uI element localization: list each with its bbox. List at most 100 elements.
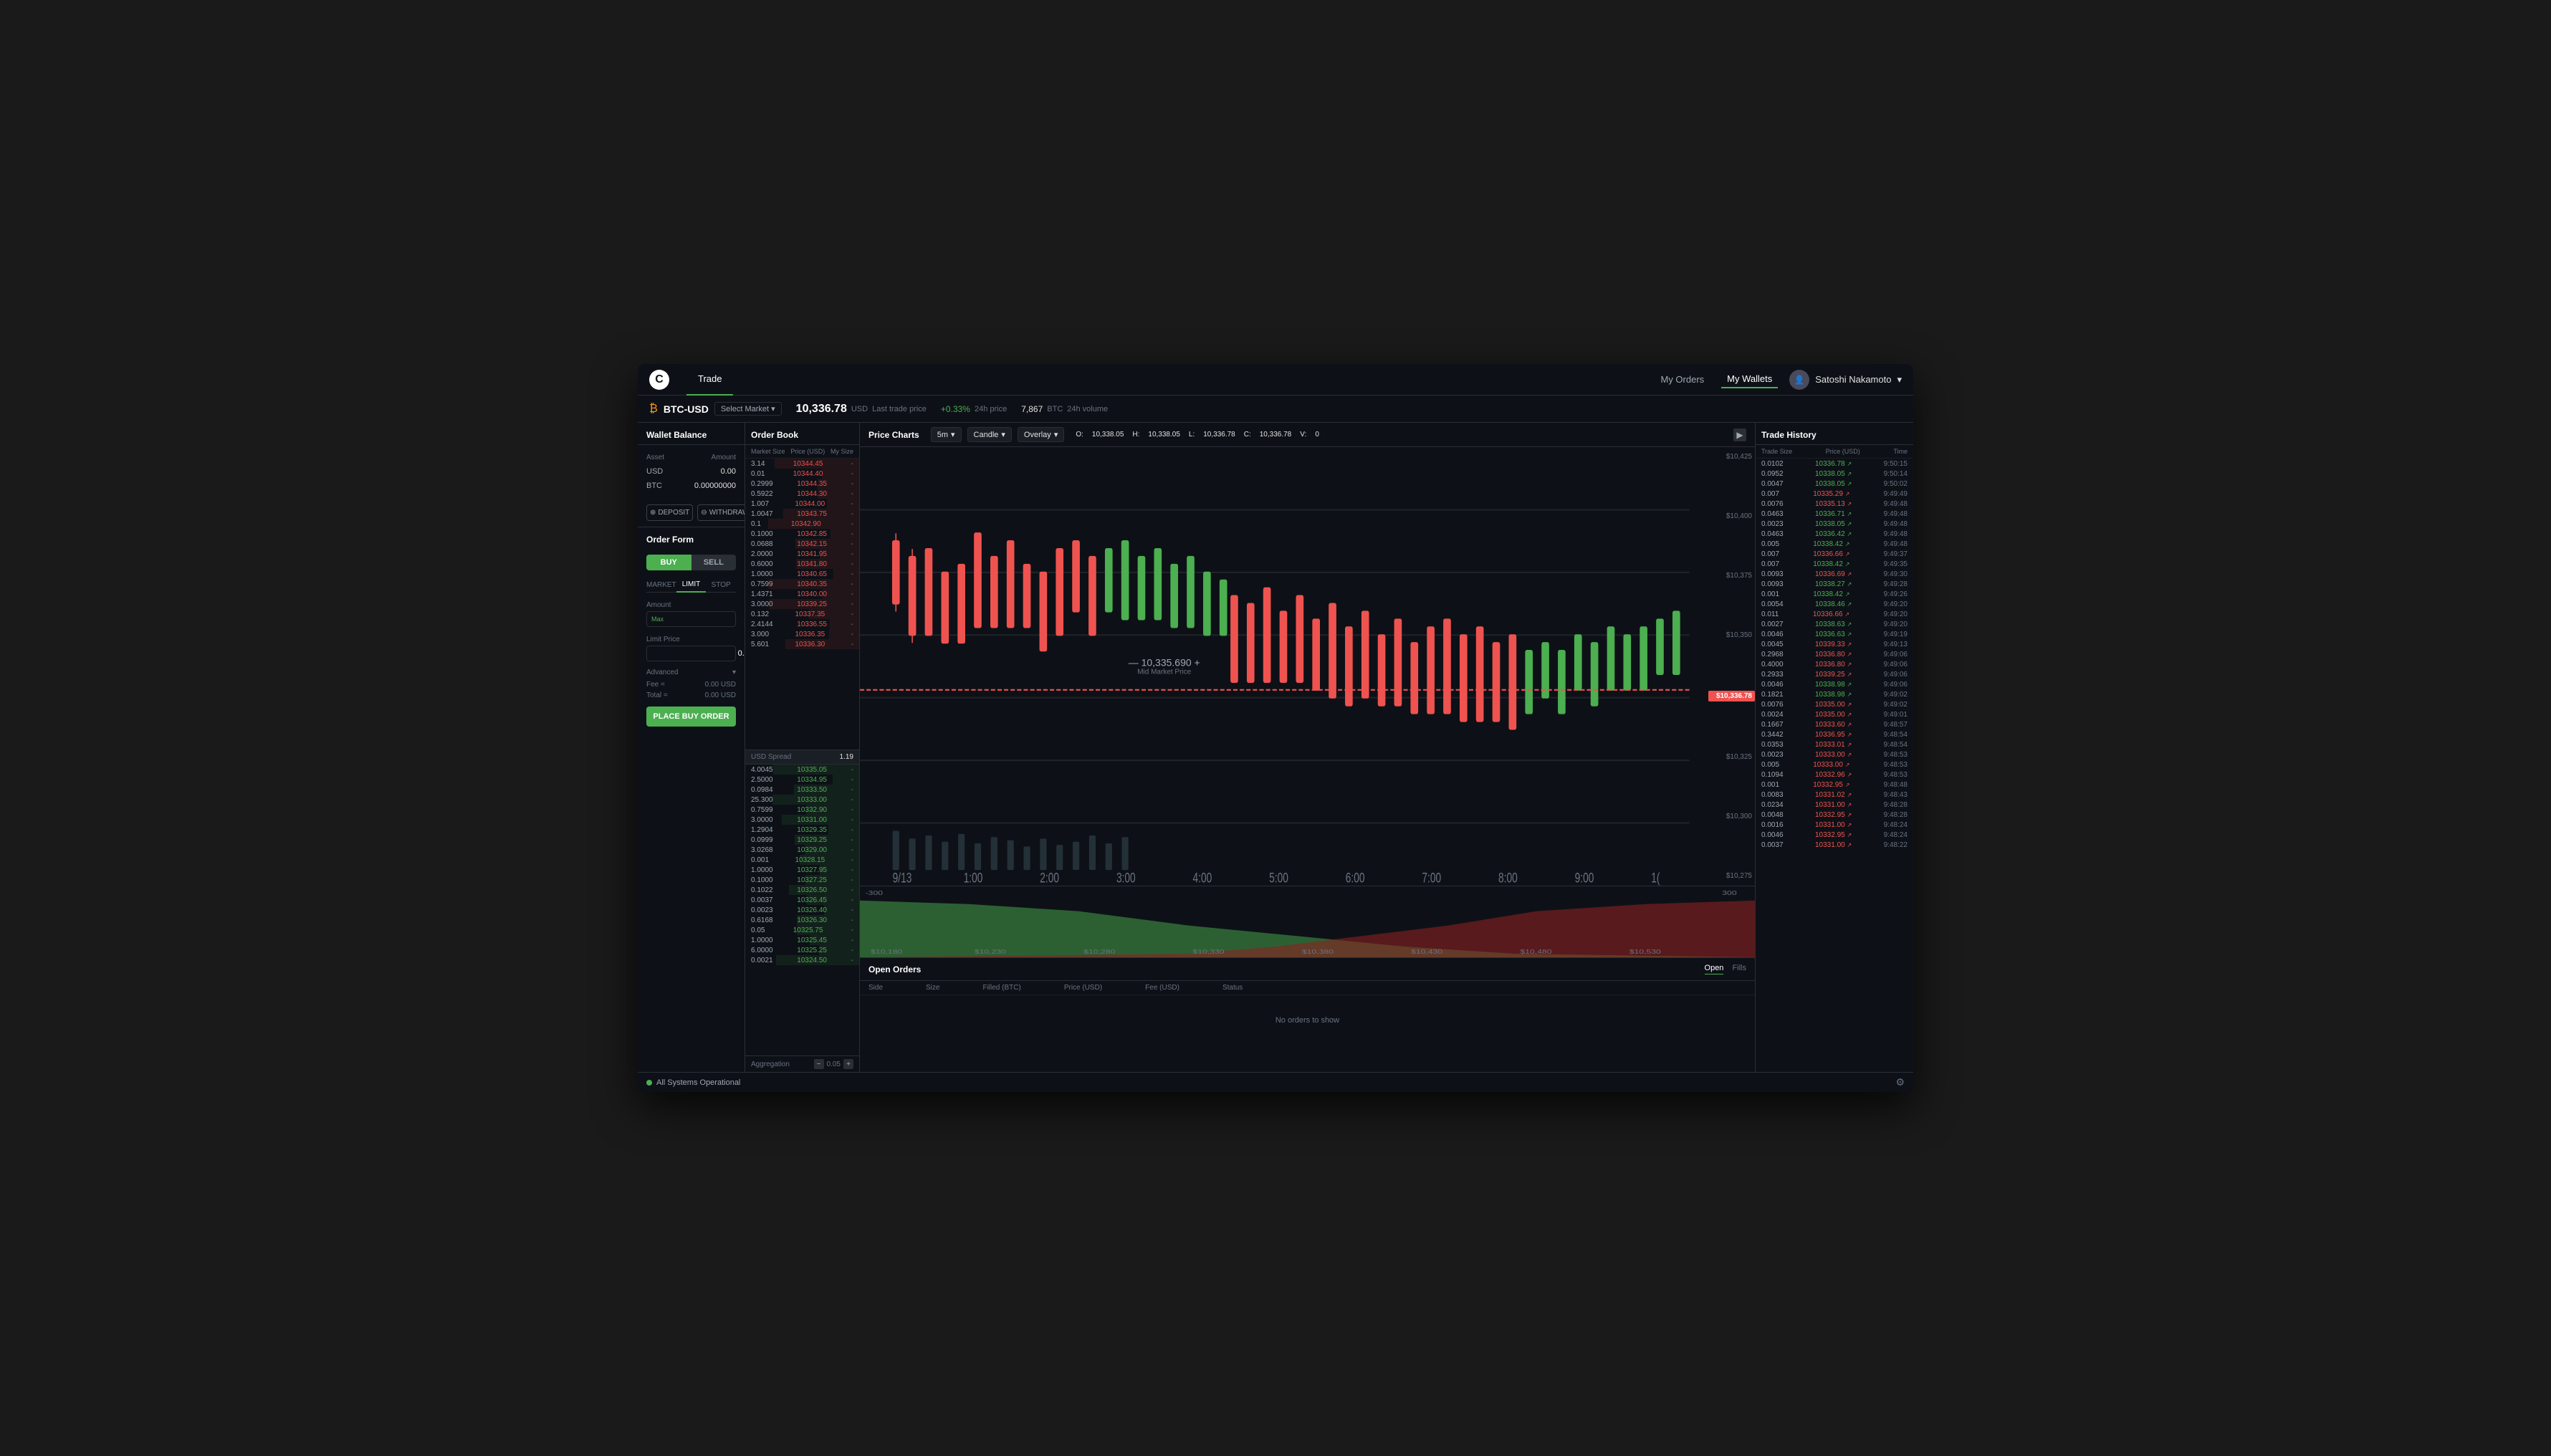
sell-tab[interactable]: SELL [691,555,737,570]
trade-direction-icon: ↗ [1847,501,1852,507]
price-change: +0.33% [941,404,970,414]
chart-nav-button[interactable]: ▶ [1733,428,1746,441]
chart-type-selector[interactable]: Candle ▾ [967,427,1012,442]
ask-size: 0.1000 [751,530,773,538]
btc-icon: ₿ [649,403,658,416]
order-book-ask-row[interactable]: 5.60110336.30- [745,639,859,649]
order-book-ask-row[interactable]: 3.000010339.25- [745,599,859,609]
order-book-bid-row[interactable]: 0.099910329.25- [745,835,859,845]
order-book-ask-row[interactable]: 2.000010341.95- [745,549,859,559]
order-book-bid-row[interactable]: 3.000010331.00- [745,815,859,825]
market-select-button[interactable]: Select Market ▾ [714,402,782,416]
trade-history-row: 0.002410335.00 ↗9:49:01 [1756,709,1913,719]
order-book-bid-row[interactable]: 25.30010333.00- [745,795,859,805]
trade-size: 0.2968 [1761,651,1784,658]
trade-price: 10335.00 ↗ [1815,701,1852,709]
order-book-bid-row[interactable]: 1.000010325.45- [745,935,859,945]
high-label: H: [1132,431,1139,439]
order-book-bid-row[interactable]: 3.026810329.00- [745,845,859,855]
order-book-ask-row[interactable]: 1.000010340.65- [745,569,859,579]
order-book-ask-row[interactable]: 0.100010342.85- [745,529,859,539]
usd-asset: USD [646,467,663,476]
order-book-ask-row[interactable]: 3.1410344.45- [745,459,859,469]
svg-text:6:00: 6:00 [1346,870,1365,886]
order-book-ask-row[interactable]: 0.759910340.35- [745,579,859,589]
aggregation-decrease-button[interactable]: − [814,1059,824,1069]
order-book-bid-row[interactable]: 0.759910332.90- [745,805,859,815]
deposit-button[interactable]: ⊕ DEPOSIT [646,504,693,521]
my-orders-button[interactable]: My Orders [1655,371,1710,388]
ask-size: 0.132 [751,610,769,618]
open-tab[interactable]: Open [1705,964,1724,974]
order-book-ask-row[interactable]: 1.437110340.00- [745,589,859,599]
order-book-ask-row[interactable]: 0.299910344.35- [745,479,859,489]
trade-tab[interactable]: Trade [686,364,733,396]
trade-history-row: 0.166710333.60 ↗9:48:57 [1756,719,1913,729]
order-book-bid-row[interactable]: 0.616810326.30- [745,915,859,925]
order-book-ask-row[interactable]: 2.414410336.55- [745,619,859,629]
market-tab[interactable]: MARKET [646,578,676,593]
order-book-bid-row[interactable]: 0.102210326.50- [745,885,859,895]
order-book-ask-row[interactable]: 0.600010341.80- [745,559,859,569]
trade-history-row: 0.002710338.63 ↗9:49:20 [1756,619,1913,629]
order-book-bid-row[interactable]: 1.000010327.95- [745,865,859,875]
settings-icon[interactable]: ⚙ [1895,1076,1905,1088]
order-book-ask-row[interactable]: 0.13210337.35- [745,609,859,619]
withdraw-button[interactable]: ⊖ WITHDRAW [697,504,745,521]
overlay-selector[interactable]: Overlay ▾ [1018,427,1064,442]
order-book-ask-row[interactable]: 0.068810342.15- [745,539,859,549]
trade-size: 0.0048 [1761,811,1784,819]
open-orders-panel: Open Orders Open Fills Side Size Filled … [860,957,1755,1072]
order-book-bid-row[interactable]: 0.100010327.25- [745,875,859,885]
order-book-bid-row[interactable]: 2.500010334.95- [745,775,859,785]
order-book-bids[interactable]: 4.004510335.05-2.500010334.95-0.09841033… [745,765,859,1055]
advanced-toggle[interactable]: Advanced ▾ [638,666,745,679]
ask-price: 10336.35 [795,631,825,638]
chart-area[interactable]: 9/13 1:00 2:00 3:00 4:00 5:00 6:00 7:00 … [860,447,1755,886]
order-book-bid-row[interactable]: 0.002110324.50- [745,955,859,965]
order-book-ask-row[interactable]: 0.0110344.40- [745,469,859,479]
trade-size: 0.0037 [1761,841,1784,849]
aggregation-increase-button[interactable]: + [843,1059,853,1069]
limit-price-input[interactable] [651,649,745,658]
last-price: 10,336.78 [796,403,847,416]
trade-time: 9:48:43 [1884,791,1908,799]
ask-size: 0.0688 [751,540,773,548]
bid-size: 0.0021 [751,957,773,964]
market-bar: ₿ BTC-USD Select Market ▾ 10,336.78 USD … [638,396,1913,423]
order-book-ask-row[interactable]: 1.00710344.00- [745,499,859,509]
order-book-bid-row[interactable]: 0.098410333.50- [745,785,859,795]
buy-tab[interactable]: BUY [646,555,691,570]
order-book-bid-row[interactable]: 1.290410329.35- [745,825,859,835]
spread-label: USD Spread [751,753,791,761]
my-wallets-button[interactable]: My Wallets [1721,370,1778,388]
max-button[interactable]: Max [651,616,664,623]
stop-tab[interactable]: STOP [706,578,736,593]
trade-time: 9:50:02 [1884,480,1908,488]
order-book-bid-row[interactable]: 0.003710326.45- [745,895,859,905]
order-book-ask-row[interactable]: 0.110342.90- [745,519,859,529]
trade-price: 10336.63 ↗ [1815,631,1852,638]
order-book-bid-row[interactable]: 0.00110328.15- [745,855,859,865]
order-book-asks[interactable]: 3.1410344.45-0.0110344.40-0.299910344.35… [745,459,859,749]
trade-history-row: 0.046310336.42 ↗9:49:48 [1756,529,1913,539]
fills-tab[interactable]: Fills [1732,964,1746,974]
order-book-bid-row[interactable]: 4.004510335.05- [745,765,859,775]
order-book-ask-row[interactable]: 1.004710343.75- [745,509,859,519]
timeframe-selector[interactable]: 5m ▾ [931,427,962,442]
ask-size: 0.6000 [751,560,773,568]
trade-size: 0.0083 [1761,791,1784,799]
order-book-bid-row[interactable]: 0.0510325.75- [745,925,859,935]
place-order-button[interactable]: PLACE BUY ORDER [646,707,736,727]
trade-history-row: 0.004810332.95 ↗9:48:28 [1756,810,1913,820]
order-book-bid-row[interactable]: 0.002310326.40- [745,905,859,915]
order-book-bid-row[interactable]: 6.000010325.25- [745,945,859,955]
trade-direction-icon: ↗ [1847,581,1852,588]
open-orders-header: Open Orders Open Fills [860,958,1755,981]
user-menu[interactable]: 👤 Satoshi Nakamoto ▾ [1789,370,1902,390]
limit-tab[interactable]: LIMIT [676,578,707,593]
trade-size: 0.0353 [1761,741,1784,749]
amount-input[interactable] [666,615,745,623]
order-book-ask-row[interactable]: 3.00010336.35- [745,629,859,639]
order-book-ask-row[interactable]: 0.592210344.30- [745,489,859,499]
